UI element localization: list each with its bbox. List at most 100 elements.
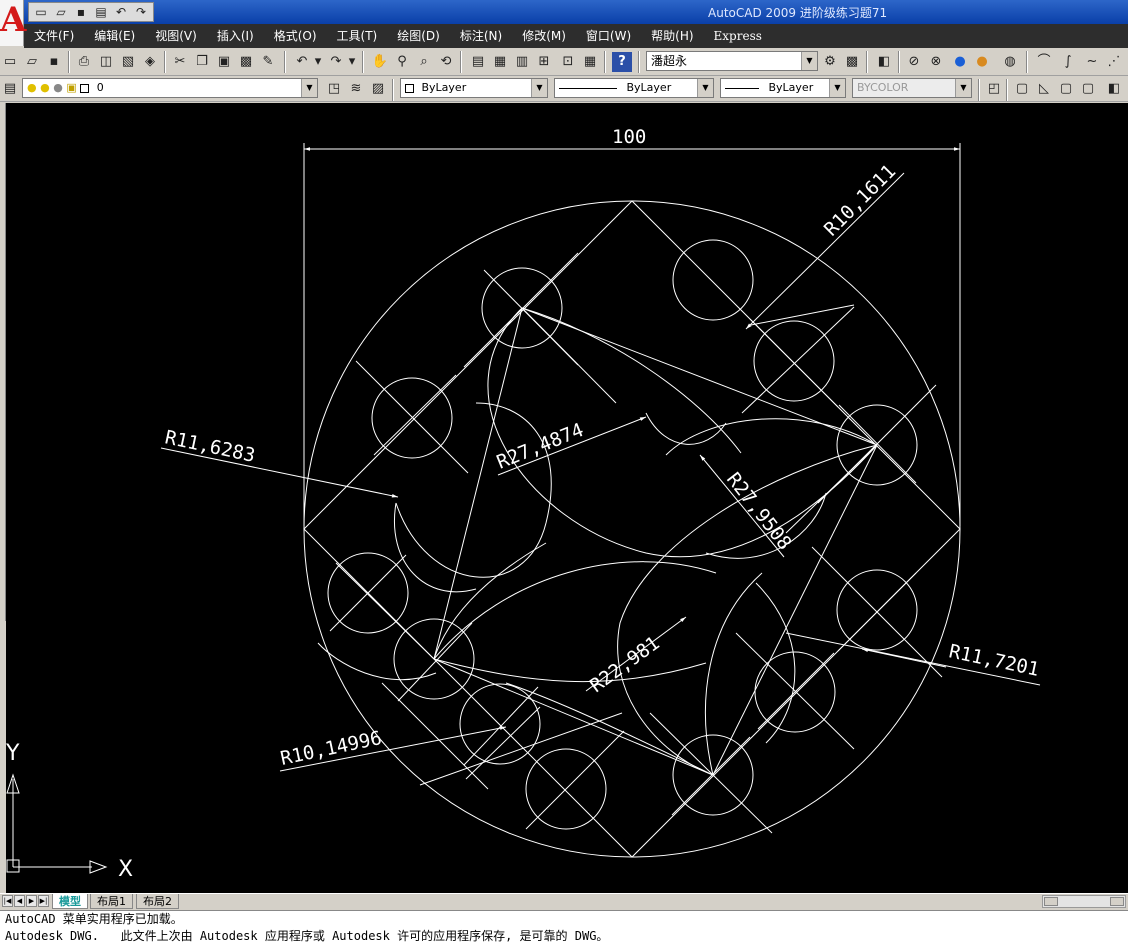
zoom-realtime-icon[interactable]: ⚲ (392, 52, 412, 72)
menu-tools[interactable]: 工具(T) (327, 24, 388, 48)
scroll-right-icon[interactable] (1110, 897, 1124, 906)
menu-modify[interactable]: 修改(M) (512, 24, 576, 48)
scroll-left-icon[interactable] (1044, 897, 1058, 906)
wedge-icon[interactable]: ◺ (1034, 79, 1054, 99)
curve-icon[interactable]: ∫ (1058, 52, 1078, 72)
back-view-icon[interactable]: ▢ (1078, 79, 1098, 99)
plot-preview-icon[interactable]: ◫ (96, 52, 116, 72)
arc-icon[interactable]: ⌒ (1034, 52, 1054, 72)
toolbar-separator (1026, 51, 1028, 73)
tool-palettes-icon[interactable]: ▥ (512, 52, 532, 72)
print-icon[interactable]: ▤ (92, 4, 110, 20)
lineweight-select[interactable]: ByLayer ▼ (720, 78, 846, 98)
undo-icon[interactable]: ↶ (112, 4, 130, 20)
box-icon[interactable]: ▢ (1012, 79, 1032, 99)
layer-manager-icon[interactable]: ▤ (0, 79, 20, 99)
horizontal-scrollbar[interactable] (1042, 895, 1126, 908)
publish-icon[interactable]: ▧ (118, 52, 138, 72)
viewport-freeze-icon[interactable]: ● (53, 81, 63, 94)
lightbulb-icon[interactable]: ● (27, 81, 37, 94)
tab-layout1[interactable]: 布局1 (90, 894, 133, 909)
last-tab-icon[interactable]: ▶| (38, 895, 49, 907)
color-select[interactable]: ByLayer ▼ (400, 78, 548, 98)
undo-dropdown-icon[interactable]: ▾ (308, 52, 328, 72)
wireframe-icon[interactable]: ⊘ (904, 52, 924, 72)
new-icon[interactable]: ▭ (32, 4, 50, 20)
help-icon[interactable]: ? (612, 52, 632, 72)
redo-icon[interactable]: ↷ (132, 4, 150, 20)
cut-icon[interactable]: ✂ (170, 52, 190, 72)
tab-layout2[interactable]: 布局2 (136, 894, 179, 909)
next-tab-icon[interactable]: ▶ (26, 895, 37, 907)
chevron-down-icon[interactable]: ▼ (697, 79, 713, 97)
hidden-icon[interactable]: ⊗ (926, 52, 946, 72)
menu-edit[interactable]: 编辑(E) (84, 24, 145, 48)
text-style-value: 潘超永 (651, 54, 688, 68)
chevron-down-icon[interactable]: ▼ (531, 79, 547, 97)
visual-styles-manager-icon[interactable]: ◍ (1000, 52, 1020, 72)
layer-state-icon[interactable]: ▨ (368, 79, 388, 99)
qnew-icon[interactable]: ▭ (0, 52, 20, 72)
color-value: ByLayer (421, 81, 467, 94)
open-file-icon[interactable]: ▱ (22, 52, 42, 72)
menu-insert[interactable]: 插入(I) (207, 24, 264, 48)
window-title: AutoCAD 2009 进阶级练习题71 (708, 6, 888, 20)
menu-format[interactable]: 格式(O) (264, 24, 327, 48)
application-menu-button[interactable]: A (0, 0, 26, 46)
redo-dropdown-icon[interactable]: ▾ (342, 52, 362, 72)
dim-text-r11-6283: R11,6283 (163, 426, 257, 467)
design-center-icon[interactable]: ▦ (490, 52, 510, 72)
front-view-icon[interactable]: ▢ (1056, 79, 1076, 99)
text-style-manager-icon[interactable]: ⚙ (820, 52, 840, 72)
dim-style-icon[interactable]: ▩ (842, 52, 862, 72)
layer-value: 0 (96, 81, 104, 94)
linetype-select[interactable]: ByLayer ▼ (554, 78, 714, 98)
toolbar-separator (604, 51, 606, 73)
paste-icon[interactable]: ▣ (214, 52, 234, 72)
pan-icon[interactable]: ✋ (370, 52, 390, 72)
layer-select[interactable]: ● ● ● ▣ 0 ▼ (22, 78, 318, 98)
menu-help[interactable]: 帮助(H) (641, 24, 703, 48)
save-icon[interactable]: ▪ (72, 4, 90, 20)
copy-icon[interactable]: ❐ (192, 52, 212, 72)
menu-dimension[interactable]: 标注(N) (450, 24, 512, 48)
chevron-down-icon[interactable]: ▼ (301, 79, 317, 97)
conceptual-icon[interactable]: ● (972, 52, 992, 72)
sun-icon[interactable]: ● (40, 81, 50, 94)
text-style-select[interactable]: 潘超永 ▼ (646, 51, 818, 71)
lock-icon[interactable]: ▣ (66, 81, 76, 94)
plot-icon[interactable]: ⎙ (74, 52, 94, 72)
menu-file[interactable]: 文件(F) (24, 24, 84, 48)
prev-tab-icon[interactable]: ◀ (14, 895, 25, 907)
make-current-icon[interactable]: ◳ (324, 79, 344, 99)
layer-previous-icon[interactable]: ≋ (346, 79, 366, 99)
drawing-canvas[interactable]: 100 R10,1611 R11,6283 R27,4874 R27,9508 … (6, 103, 1128, 893)
first-tab-icon[interactable]: |◀ (2, 895, 13, 907)
chevron-down-icon[interactable]: ▼ (829, 79, 845, 97)
command-window[interactable]: AutoCAD 菜单实用程序已加载。 Autodesk DWG. 此文件上次由 A… (0, 910, 1128, 947)
polyline-icon[interactable]: ⋰ (1104, 52, 1124, 72)
layout-tabs-bar: |◀ ◀ ▶ ▶| 模型 布局1 布局2 (0, 893, 1128, 909)
left-view-icon[interactable]: ◧ (1104, 79, 1124, 99)
markup-set-icon[interactable]: ⊡ (558, 52, 578, 72)
menu-draw[interactable]: 绘图(D) (387, 24, 450, 48)
view-manager-icon[interactable]: ◰ (984, 79, 1004, 99)
open-icon[interactable]: ▱ (52, 4, 70, 20)
sheet-set-icon[interactable]: ⊞ (534, 52, 554, 72)
menu-window[interactable]: 窗口(W) (576, 24, 641, 48)
chevron-down-icon[interactable]: ▼ (801, 52, 817, 70)
menu-view[interactable]: 视图(V) (145, 24, 207, 48)
save-file-icon[interactable]: ▪ (44, 52, 64, 72)
realistic-icon[interactable]: ● (950, 52, 970, 72)
calculator-icon[interactable]: ▦ (580, 52, 600, 72)
zoom-previous-icon[interactable]: ⟲ (436, 52, 456, 72)
tab-model[interactable]: 模型 (52, 894, 88, 909)
block-editor-icon[interactable]: ▩ (236, 52, 256, 72)
spline-icon[interactable]: ~ (1082, 52, 1102, 72)
3d-dwf-icon[interactable]: ◈ (140, 52, 160, 72)
properties-icon[interactable]: ▤ (468, 52, 488, 72)
zoom-window-icon[interactable]: ⌕ (414, 52, 434, 72)
menu-express[interactable]: Express (704, 24, 772, 48)
match-properties-icon[interactable]: ✎ (258, 52, 278, 72)
visual-style-2d-icon[interactable]: ◧ (874, 52, 894, 72)
